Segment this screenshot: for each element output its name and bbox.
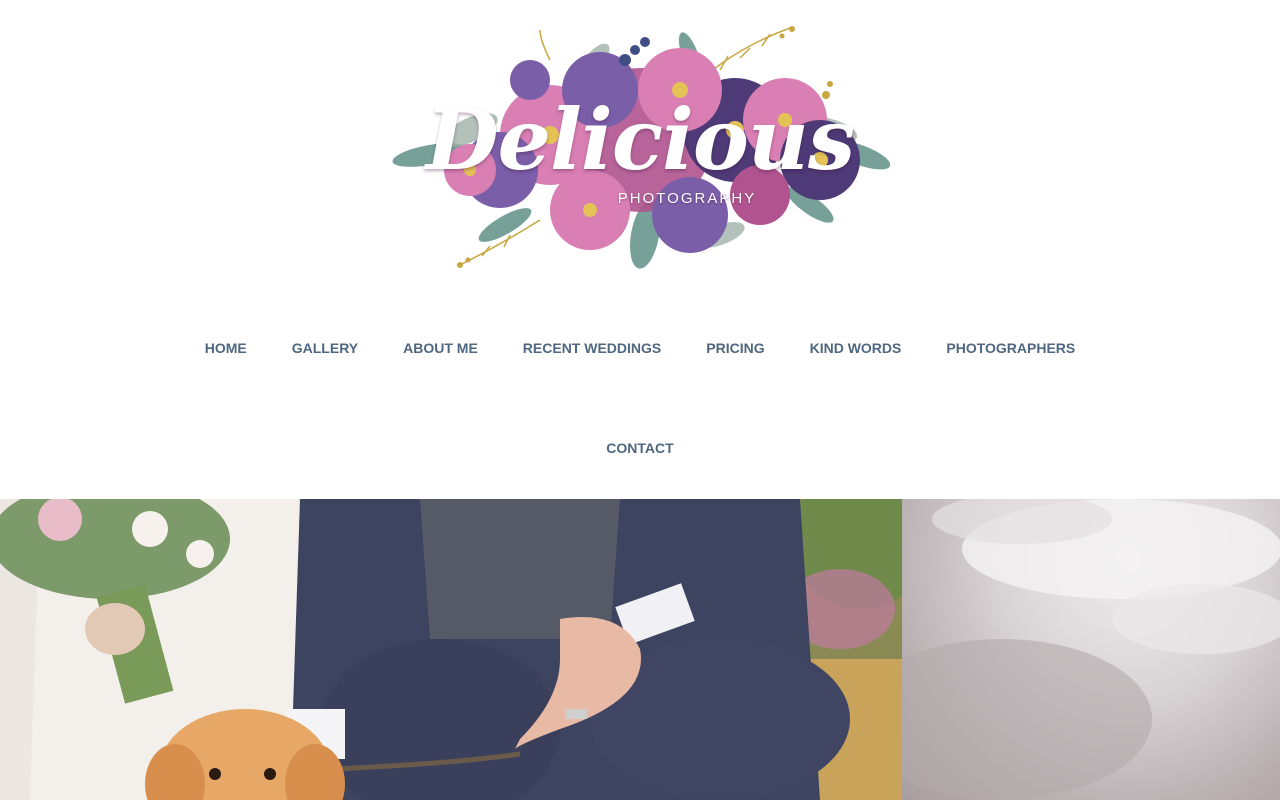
site-logo[interactable]: Delicious PHOTOGRAPHY	[390, 20, 890, 275]
hero-slideshow	[0, 499, 1280, 800]
logo-subtitle: PHOTOGRAPHY	[617, 190, 757, 207]
nav-photographers[interactable]: PHOTOGRAPHERS	[946, 339, 1075, 357]
nav-contact[interactable]: CONTACT	[606, 439, 673, 457]
nav-pricing[interactable]: PRICING	[706, 339, 764, 357]
nav-kind-words[interactable]: KIND WORDS	[810, 339, 902, 357]
wedding-couple-with-dog-photo	[0, 499, 902, 800]
nav-home[interactable]: HOME	[205, 339, 247, 357]
nav-gallery[interactable]: GALLERY	[292, 339, 358, 357]
logo-wordmark: Delicious	[425, 90, 856, 189]
nav-about-me[interactable]: ABOUT ME	[403, 339, 478, 357]
nav-recent-weddings[interactable]: RECENT WEDDINGS	[523, 339, 661, 357]
nav-row-secondary: CONTACT	[0, 439, 1280, 457]
nav-row-primary: HOME GALLERY ABOUT ME RECENT WEDDINGS PR…	[0, 339, 1280, 357]
cloudy-sky-photo	[902, 499, 1280, 800]
